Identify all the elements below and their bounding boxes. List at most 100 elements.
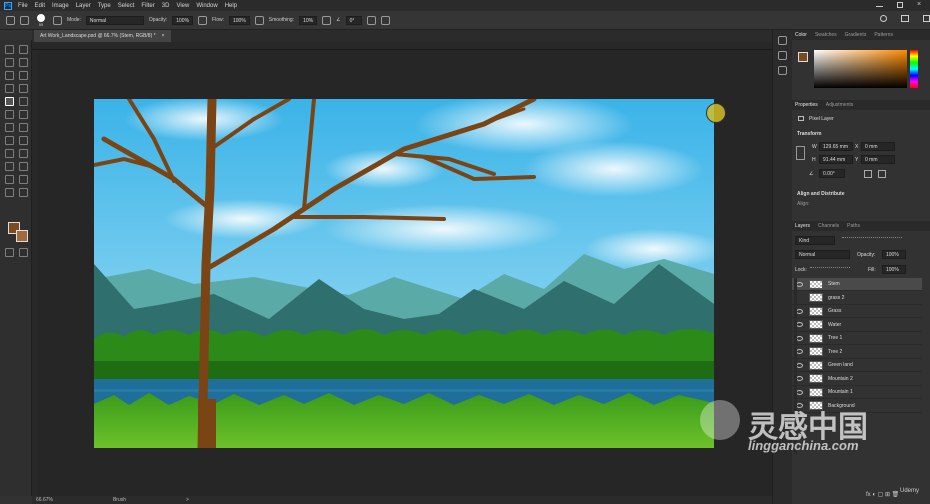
layer-row[interactable]: grass 2 <box>792 292 922 305</box>
document-tab[interactable]: Art Work_Landscape.psd @ 66.7% (Stem, RG… <box>34 30 171 42</box>
maximize-icon[interactable] <box>897 2 903 8</box>
brush-settings-icon[interactable] <box>53 15 62 25</box>
layer-filter-kind[interactable]: Kind <box>795 236 835 245</box>
symmetry-icon[interactable] <box>380 15 390 25</box>
pressure-size-icon[interactable] <box>366 15 376 25</box>
tab-gradients[interactable]: Gradients <box>845 32 867 38</box>
layer-row[interactable]: Tree 1 <box>792 332 922 345</box>
magic-wand-tool-icon[interactable] <box>19 58 28 67</box>
flow-field[interactable]: 100% <box>229 15 250 25</box>
minimize-icon[interactable] <box>876 6 883 7</box>
frame-tool-icon[interactable] <box>19 71 28 80</box>
workspace-icon[interactable] <box>901 15 909 22</box>
ruler-tool-icon[interactable] <box>19 84 28 93</box>
layer-name[interactable]: Mountain 1 <box>828 389 853 395</box>
crop-tool-icon[interactable] <box>5 71 14 80</box>
zoom-readout[interactable]: 66.67% <box>36 496 53 504</box>
pencil-tool-icon[interactable] <box>19 97 28 106</box>
tab-swatches[interactable]: Swatches <box>815 32 837 38</box>
quick-mask-icon[interactable] <box>5 248 14 257</box>
visibility-eye-icon[interactable] <box>796 335 803 341</box>
layer-name[interactable]: Stem <box>828 281 840 287</box>
blur-tool-icon[interactable] <box>19 136 28 145</box>
blend-mode-select[interactable]: Normal <box>795 250 850 259</box>
panel-fg-swatch[interactable] <box>798 52 808 62</box>
gear-icon[interactable] <box>322 15 332 25</box>
layer-row[interactable]: Grass <box>792 305 922 318</box>
menu-select[interactable]: Select <box>118 3 135 9</box>
history-brush-icon[interactable] <box>5 123 14 132</box>
angle-field-props[interactable]: 0.00° <box>819 169 845 178</box>
hue-slider[interactable] <box>910 50 918 88</box>
tab-channels[interactable]: Channels <box>818 223 839 229</box>
mode-select[interactable]: Normal <box>85 15 144 25</box>
color-field[interactable] <box>814 50 907 88</box>
align-distribute-title[interactable]: Align and Distribute <box>797 191 845 197</box>
brush-preset-picker[interactable]: 55 <box>34 13 48 27</box>
menu-file[interactable]: File <box>18 3 28 9</box>
layer-filter-icons[interactable] <box>842 237 902 244</box>
menu-layer[interactable]: Layer <box>76 3 91 9</box>
hand-tool-icon[interactable] <box>19 175 28 184</box>
flip-horizontal-icon[interactable] <box>864 170 872 178</box>
brush-panel-icon[interactable] <box>778 51 787 60</box>
close-window-icon[interactable]: × <box>917 1 923 8</box>
link-dimensions-icon[interactable] <box>796 146 805 160</box>
layer-row[interactable]: Mountain 1 <box>792 386 922 399</box>
layer-name[interactable]: Green land <box>828 362 853 368</box>
tab-patterns[interactable]: Patterns <box>874 32 893 38</box>
transform-title[interactable]: Transform <box>797 131 821 137</box>
height-field[interactable]: 91.44 mm <box>819 155 853 164</box>
stamp-tool-icon[interactable] <box>19 110 28 119</box>
pressure-opacity-icon[interactable] <box>198 15 208 25</box>
brush-tool-active-icon[interactable] <box>5 97 14 106</box>
airbrush-icon[interactable] <box>254 15 264 25</box>
screen-mode-icon[interactable] <box>19 248 28 257</box>
visibility-eye-icon[interactable] <box>796 349 803 354</box>
layer-name[interactable]: Water <box>828 322 841 328</box>
flip-vertical-icon[interactable] <box>878 170 886 178</box>
visibility-eye-icon[interactable] <box>796 389 803 395</box>
background-color-swatch[interactable] <box>16 230 28 242</box>
landscape-artwork[interactable] <box>94 99 714 448</box>
layer-bottom-icons[interactable]: fx ◐ ▢ ⊞ 🗑 <box>866 491 899 498</box>
menu-edit[interactable]: Edit <box>35 3 45 9</box>
dodge-tool-icon[interactable] <box>5 149 14 158</box>
more-tools-icon[interactable] <box>19 188 28 197</box>
angle-field[interactable]: 0° <box>345 15 362 25</box>
menu-window[interactable]: Window <box>196 3 217 9</box>
layer-row[interactable]: Green land <box>792 359 922 372</box>
width-field[interactable]: 129.65 mm <box>819 142 853 151</box>
visibility-eye-icon[interactable] <box>796 376 803 381</box>
visibility-eye-icon[interactable] <box>796 281 803 287</box>
healing-tool-icon[interactable] <box>5 110 14 119</box>
pen-tool-icon[interactable] <box>19 149 28 158</box>
gradient-tool-icon[interactable] <box>5 136 14 145</box>
x-field[interactable]: 0 mm <box>861 142 895 151</box>
move-tool-icon[interactable] <box>5 45 14 54</box>
lock-icons[interactable] <box>810 267 850 273</box>
visibility-eye-icon[interactable] <box>796 295 803 300</box>
y-field[interactable]: 0 mm <box>861 155 895 164</box>
fill-field[interactable]: 100% <box>882 265 906 274</box>
eraser-tool-icon[interactable] <box>19 123 28 132</box>
smoothing-field[interactable]: 10% <box>299 15 318 25</box>
menu-3d[interactable]: 3D <box>162 3 170 9</box>
layer-name[interactable]: Grass <box>828 308 841 314</box>
layer-row[interactable]: Water <box>792 319 922 332</box>
layer-row[interactable]: Tree 2 <box>792 346 922 359</box>
menu-type[interactable]: Type <box>98 3 111 9</box>
layer-name[interactable]: Tree 1 <box>828 335 842 341</box>
share-icon[interactable] <box>923 15 930 22</box>
tab-properties[interactable]: Properties <box>795 102 818 108</box>
menu-filter[interactable]: Filter <box>141 3 154 9</box>
tab-color[interactable]: Color <box>795 32 807 38</box>
layer-row[interactable]: Stem <box>792 278 922 291</box>
libraries-panel-icon[interactable] <box>778 66 787 75</box>
layer-name[interactable]: grass 2 <box>828 295 844 301</box>
brush-tool-icon[interactable] <box>20 15 29 25</box>
shape-tool-icon[interactable] <box>5 175 14 184</box>
layer-row[interactable]: Mountain 2 <box>792 373 922 386</box>
menu-image[interactable]: Image <box>52 3 69 9</box>
close-tab-icon[interactable]: × <box>162 30 165 42</box>
